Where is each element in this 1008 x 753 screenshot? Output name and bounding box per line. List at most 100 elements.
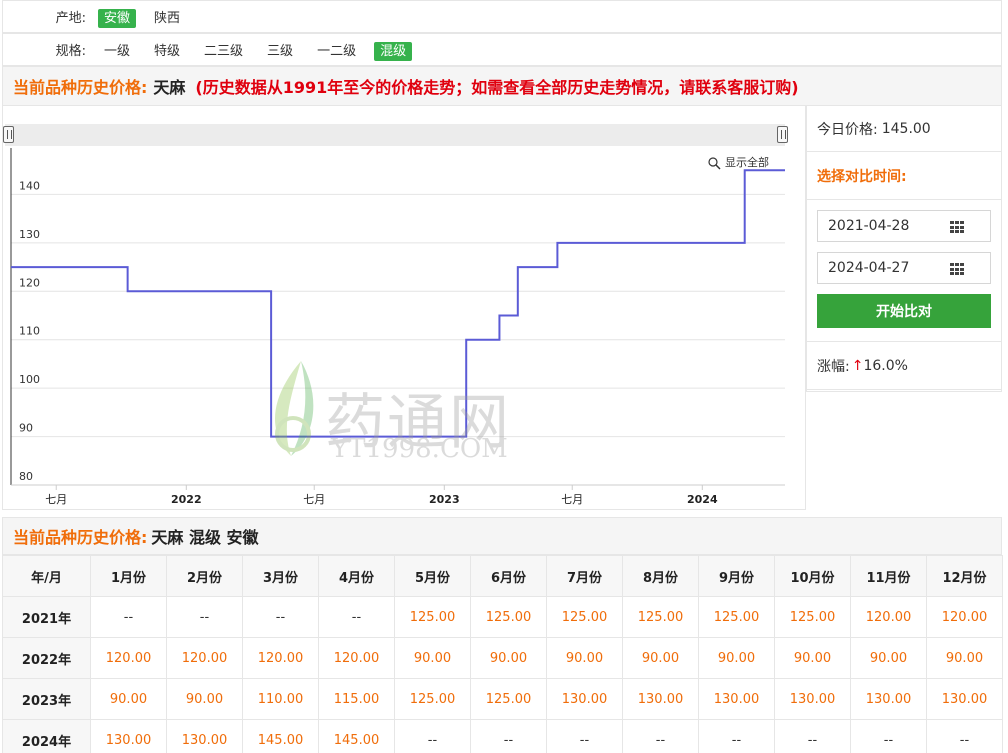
price-cell: 90.00 xyxy=(622,637,699,679)
column-header: 8月份 xyxy=(622,555,699,597)
price-cell: 125.00 xyxy=(470,596,547,638)
price-cell: -- xyxy=(546,719,623,753)
price-cell: 90.00 xyxy=(394,637,471,679)
price-cell: -- xyxy=(470,719,547,753)
start-compare-button[interactable]: 开始比对 xyxy=(817,294,991,328)
price-cell: 120.00 xyxy=(166,637,243,679)
y-tick-label: 120 xyxy=(19,276,40,289)
x-tick-label: 2023 xyxy=(429,493,460,506)
history-note: (历史数据从1991年至今的价格走势；如需查看全部历史走势情况，请联系客服订购) xyxy=(195,78,799,97)
column-header: 2月份 xyxy=(166,555,243,597)
table-row: 2023年 90.00 90.00 110.00 115.00 125.00 125.00 1… xyxy=(2,678,1003,720)
rise-value: 16.0% xyxy=(863,357,908,374)
price-cell: -- xyxy=(850,719,927,753)
today-price-value: 145.00 xyxy=(881,120,931,137)
spec-option[interactable]: 一级 xyxy=(98,42,136,61)
year-cell: 2023年 xyxy=(2,678,91,720)
price-cell: 90.00 xyxy=(90,678,167,720)
price-cell: -- xyxy=(318,596,395,638)
price-cell: 125.00 xyxy=(394,678,471,720)
zoom-icon[interactable] xyxy=(708,157,718,167)
history-label: 当前品种历史价格: xyxy=(13,528,148,547)
spec-option[interactable]: 混级 xyxy=(374,42,413,61)
date-to-input[interactable]: 2024-04-27 xyxy=(817,252,991,284)
price-cell: -- xyxy=(166,596,243,638)
column-header: 年/月 xyxy=(2,555,91,597)
calendar-icon[interactable] xyxy=(950,263,964,276)
x-tick-label: 七月 xyxy=(561,493,583,506)
price-cell: -- xyxy=(926,719,1003,753)
price-cell: -- xyxy=(622,719,699,753)
date-to-value: 2024-04-27 xyxy=(828,260,910,276)
price-cell: 90.00 xyxy=(850,637,927,679)
price-cell: -- xyxy=(698,719,775,753)
year-cell: 2024年 xyxy=(2,719,91,753)
price-cell: 120.00 xyxy=(850,596,927,638)
history-herb-name: 天麻 混级 安徽 xyxy=(151,528,259,547)
today-price-label: 今日价格: xyxy=(817,121,878,138)
compare-title: 选择对比时间: xyxy=(807,152,1001,200)
x-tick-label: 七月 xyxy=(45,493,67,506)
price-cell: 120.00 xyxy=(242,637,319,679)
price-cell: 125.00 xyxy=(546,596,623,638)
price-cell: 90.00 xyxy=(470,637,547,679)
show-all-control[interactable]: 显示全部 xyxy=(708,155,769,170)
price-cell: -- xyxy=(242,596,319,638)
x-tick-label: 2022 xyxy=(171,493,202,506)
origin-filter-row: 产地: 安徽 陕西 xyxy=(2,0,1002,33)
price-cell: 145.00 xyxy=(242,719,319,753)
year-cell: 2022年 xyxy=(2,637,91,679)
y-tick-label: 110 xyxy=(19,325,40,338)
history-table-header: 当前品种历史价格: 天麻 混级 安徽 xyxy=(2,517,1002,555)
y-tick-label: 80 xyxy=(19,470,33,483)
price-cell: 130.00 xyxy=(698,678,775,720)
spec-option[interactable]: 三级 xyxy=(261,42,299,61)
price-cell: 120.00 xyxy=(90,637,167,679)
price-chart: 80 90 100 110 120 130 140 七月 2022 七月 2023 七月 2024 显示全… xyxy=(2,106,806,510)
price-cell: -- xyxy=(90,596,167,638)
price-history-header: 当前品种历史价格: 天麻 (历史数据从1991年至今的价格走势；如需查看全部历史… xyxy=(2,66,1002,106)
price-cell: 130.00 xyxy=(622,678,699,720)
date-selector: 2021-04-28 2024-04-27 开始比对 xyxy=(807,200,1001,342)
price-cell: 130.00 xyxy=(546,678,623,720)
price-cell: -- xyxy=(774,719,851,753)
price-cell: 90.00 xyxy=(166,678,243,720)
show-all-label[interactable]: 显示全部 xyxy=(725,155,769,169)
origin-options: 安徽 陕西 xyxy=(98,7,198,28)
column-header: 10月份 xyxy=(774,555,851,597)
price-cell: 90.00 xyxy=(546,637,623,679)
price-cell: 90.00 xyxy=(698,637,775,679)
zoom-icon-handle[interactable] xyxy=(715,164,721,170)
price-cell: 90.00 xyxy=(774,637,851,679)
spec-option[interactable]: 特级 xyxy=(148,42,186,61)
column-header: 7月份 xyxy=(546,555,623,597)
price-cell: 115.00 xyxy=(318,678,395,720)
column-header: 11月份 xyxy=(850,555,927,597)
column-header: 12月份 xyxy=(926,555,1003,597)
y-tick-label: 100 xyxy=(19,373,40,386)
x-tick-label: 2024 xyxy=(687,493,718,506)
column-header: 4月份 xyxy=(318,555,395,597)
rise-row: 涨幅: ↑ 16.0% xyxy=(807,342,1001,390)
table-row: 2022年 120.00 120.00 120.00 120.00 90.00 90.00 9… xyxy=(2,637,1003,679)
spec-label: 规格: xyxy=(55,44,86,59)
column-header: 3月份 xyxy=(242,555,319,597)
origin-option[interactable]: 陕西 xyxy=(148,9,186,28)
column-header: 6月份 xyxy=(470,555,547,597)
chart-svg: 80 90 100 110 120 130 140 七月 2022 七月 2023 七月 2024 显示全… xyxy=(10,148,785,506)
spec-option[interactable]: 二三级 xyxy=(198,42,249,61)
price-step-line xyxy=(11,169,785,438)
price-cell: 130.00 xyxy=(90,719,167,753)
price-cell: 125.00 xyxy=(394,596,471,638)
price-cell: -- xyxy=(394,719,471,753)
calendar-icon[interactable] xyxy=(950,221,964,234)
spec-options: 一级 特级 二三级 三级 一二级 混级 xyxy=(98,40,424,61)
price-cell: 130.00 xyxy=(166,719,243,753)
price-cell: 130.00 xyxy=(774,678,851,720)
rise-arrow-icon: ↑ xyxy=(851,357,864,374)
spec-option[interactable]: 一二级 xyxy=(311,42,362,61)
date-from-input[interactable]: 2021-04-28 xyxy=(817,210,991,242)
table-row: 2021年 -- -- -- -- 125.00 125.00 125.00 125.00 125… xyxy=(2,596,1003,638)
rise-label: 涨幅: xyxy=(817,358,850,375)
origin-option[interactable]: 安徽 xyxy=(98,9,137,28)
